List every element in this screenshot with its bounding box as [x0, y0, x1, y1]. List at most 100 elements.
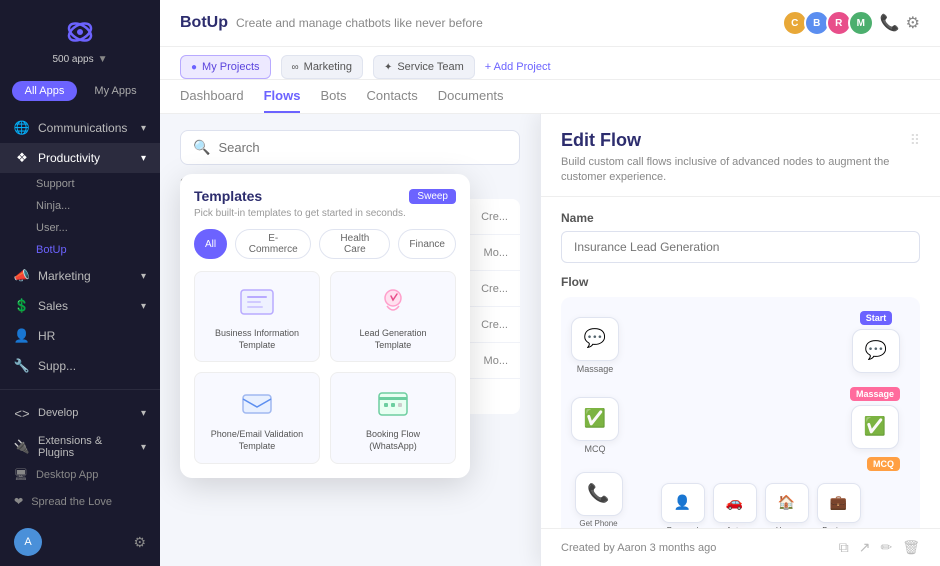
home-label: Home Insurance [765, 526, 809, 528]
filter-finance[interactable]: Finance [398, 229, 456, 259]
app-title: BotUp [180, 14, 228, 32]
templates-header: Templates Sweep [194, 188, 456, 204]
search-icon: 🔍 [193, 139, 210, 156]
service-icon: ✦ [384, 62, 392, 73]
sidebar-bottom: A ⚙ [0, 518, 160, 566]
filter-ecommerce[interactable]: E-Commerce [235, 229, 311, 259]
sub-nodes-row: 👤 Personal Insurance 🚗 Auto Insurance [661, 483, 861, 528]
sub-node-personal[interactable]: 👤 Personal Insurance [661, 483, 705, 528]
sidebar-item-sales[interactable]: 💲 Sales ▾ [0, 291, 160, 321]
footer-actions: ⧉ ↗ ✏ 🗑 [839, 539, 920, 556]
personal-label: Personal Insurance [661, 526, 705, 528]
add-project-button[interactable]: + Add Project [485, 61, 551, 73]
settings-icon[interactable]: ⚙ [906, 13, 920, 33]
sidebar-sub-support[interactable]: Support [0, 173, 160, 195]
sweep-button[interactable]: Sweep [409, 189, 456, 204]
tab-dashboard[interactable]: Dashboard [180, 80, 244, 113]
logo-icon [62, 14, 98, 50]
flow-canvas: 💬 Massage ✅ MCQ 📞 [561, 297, 920, 528]
search-bar: 🔍 [180, 130, 520, 165]
tab-flows[interactable]: Flows [264, 80, 301, 113]
template-name-lead: Lead Generation Template [341, 328, 445, 351]
sales-icon: 💲 [14, 298, 30, 314]
my-apps-tab[interactable]: My Apps [83, 81, 148, 101]
template-card-business[interactable]: Business Information Template [194, 271, 320, 362]
name-input[interactable] [561, 231, 920, 263]
support-icon: 🔧 [14, 358, 30, 374]
copy-icon[interactable]: ⧉ [839, 539, 849, 556]
sidebar-sub-user[interactable]: User... [0, 217, 160, 239]
flow-status: Cre... [481, 211, 508, 223]
massage-tag: Massage [850, 387, 900, 401]
delete-icon[interactable]: 🗑 [902, 539, 920, 556]
sidebar-item-productivity[interactable]: ❖ Productivity ▾ [0, 143, 160, 173]
sub-node-business[interactable]: 💼 Business Insurance [817, 483, 861, 528]
hr-icon: 👤 [14, 328, 30, 344]
project-tab-my-projects[interactable]: ● My Projects [180, 55, 271, 79]
project-tab-marketing[interactable]: ∞ Marketing [281, 55, 363, 79]
template-name-phone-email: Phone/Email Validation Template [205, 429, 309, 452]
flow-status: Mo... [484, 355, 508, 367]
settings-icon[interactable]: ⚙ [133, 534, 146, 551]
sidebar-item-marketing[interactable]: 📣 Marketing ▾ [0, 261, 160, 291]
sidebar-item-communications[interactable]: 🌐 Communications ▾ [0, 113, 160, 143]
sidebar-item-extensions[interactable]: 🔌 Extensions & Plugins ▾ [0, 428, 160, 458]
tab-contacts[interactable]: Contacts [366, 80, 417, 113]
sidebar-sub-ninja[interactable]: Ninja... [0, 195, 160, 217]
sidebar-extra: 🖥 Desktop App ❤ Spread the Love [0, 458, 160, 518]
templates-panel: Templates Sweep Pick built-in templates … [180, 174, 470, 478]
sidebar-item-spread-love[interactable]: ❤ Spread the Love [0, 489, 160, 514]
template-card-booking[interactable]: Booking Flow (WhatsApp) [330, 372, 456, 463]
my-projects-dot: ● [191, 62, 197, 73]
header-left: BotUp Create and manage chatbots like ne… [180, 14, 483, 32]
templates-grid: Business Information Template Lead Gener… [194, 271, 456, 464]
tab-documents[interactable]: Documents [438, 80, 504, 113]
right-tag-mcq: MCQ [867, 457, 900, 471]
template-card-phone-email[interactable]: Phone/Email Validation Template [194, 372, 320, 463]
phone-node-icon: 📞 [587, 483, 609, 504]
home-icon: 🏠 [778, 494, 795, 511]
flow-status: Cre... [481, 283, 508, 295]
all-apps-tab[interactable]: All Apps [12, 81, 77, 101]
auto-label: Auto Insurance [713, 526, 757, 528]
sidebar-item-desktop-app[interactable]: 🖥 Desktop App [0, 462, 160, 487]
share-icon[interactable]: ↗ [859, 539, 871, 556]
search-input[interactable] [218, 140, 507, 155]
flow-node-mcq[interactable]: ✅ MCQ [571, 397, 619, 454]
template-card-lead[interactable]: Lead Generation Template [330, 271, 456, 362]
edit-flow-footer: Created by Aaron 3 months ago ⧉ ↗ ✏ 🗑 [541, 528, 940, 566]
chevron-icon: ▾ [141, 301, 146, 312]
massage-label: Massage [577, 364, 614, 374]
flow-node-massage[interactable]: 💬 Massage [571, 317, 619, 374]
phone-icon[interactable]: 📞 [880, 13, 900, 33]
sidebar-item-support[interactable]: 🔧 Supp... [0, 351, 160, 381]
sub-node-auto[interactable]: 🚗 Auto Insurance [713, 483, 757, 528]
filter-all[interactable]: All [194, 229, 227, 259]
business-label: Business Insurance [817, 526, 861, 528]
sidebar-item-hr[interactable]: 👤 HR [0, 321, 160, 351]
mcq-label: MCQ [585, 444, 606, 454]
edit-flow-subtitle: Build custom call flows inclusive of adv… [561, 155, 910, 186]
mcq-icon: ✅ [584, 408, 606, 429]
drag-handle-icon: ⠿ [910, 132, 920, 149]
project-tab-service-team[interactable]: ✦ Service Team [373, 55, 475, 79]
sidebar-item-develop[interactable]: <> Develop ▾ [0, 398, 160, 428]
app-subtitle: Create and manage chatbots like never be… [236, 16, 483, 30]
heart-icon: ❤ [14, 495, 23, 508]
templates-title: Templates [194, 188, 262, 204]
edit-icon[interactable]: ✏ [880, 539, 892, 556]
tab-bots[interactable]: Bots [320, 80, 346, 113]
right-mcq-area: Massage ✅ [850, 387, 900, 449]
user-avatar[interactable]: A [14, 528, 42, 556]
flow-node-phone[interactable]: 📞 Get Phone Number [571, 472, 626, 528]
sidebar-sub-botup[interactable]: BotUp [0, 239, 160, 261]
nav-tabs: Dashboard Flows Bots Contacts Documents [160, 80, 940, 114]
right-massage-node[interactable]: 💬 [852, 329, 900, 373]
filter-healthcare[interactable]: Health Care [319, 229, 390, 259]
personal-icon: 👤 [674, 494, 691, 511]
main-area: BotUp Create and manage chatbots like ne… [160, 0, 940, 566]
right-mcq-node[interactable]: ✅ [851, 405, 899, 449]
sub-node-home[interactable]: 🏠 Home Insurance [765, 483, 809, 528]
chevron-icon: ▾ [141, 123, 146, 134]
name-label: Name [561, 211, 920, 225]
